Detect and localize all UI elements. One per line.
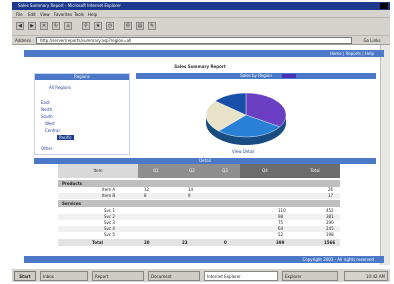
window-title: Sales Summary Report - Microsoft Interne… [18, 3, 122, 8]
refresh-icon[interactable]: ↻ [52, 22, 60, 30]
region-panel-header: Regions [35, 74, 129, 80]
total-total: 1566 [324, 240, 336, 245]
column-header: Q1 [138, 164, 174, 178]
start-button[interactable]: Start [14, 271, 36, 281]
mail-icon[interactable]: ✉ [124, 22, 132, 30]
cell-q1: 8 [144, 193, 147, 198]
region-item[interactable]: All Regions [49, 85, 71, 90]
chart-panel: Sales by Region View Detail [136, 73, 376, 157]
table-total-row: Total 20 23 0 399 1566 [58, 239, 340, 246]
edit-icon[interactable]: ✎ [148, 22, 156, 30]
total-q2: 23 [182, 240, 188, 245]
menu-file[interactable]: File [16, 12, 23, 17]
table-row: Svc 5 52 198 [58, 232, 340, 238]
home-icon[interactable]: ⌂ [64, 22, 72, 30]
menu-edit[interactable]: Edit [28, 12, 36, 17]
footer-text: Copyright 2003 - All rights reserved [302, 257, 374, 262]
cell-q4: 52 [278, 232, 284, 237]
column-header: Q4 [240, 164, 290, 178]
address-input[interactable]: http://server/reports/summary.asp?region… [36, 37, 352, 44]
browser-toolbar: ◀ ▶ ✕ ↻ ⌂ ⚲ ★ ◷ ✉ ▤ ✎ [12, 18, 390, 36]
taskbar-item[interactable]: Report [92, 271, 144, 281]
history-icon[interactable]: ◷ [106, 22, 114, 30]
close-window-button[interactable] [380, 3, 388, 9]
menu-tools[interactable]: Tools [74, 12, 84, 17]
top-nav-links[interactable]: Home | Reports | Help [330, 51, 374, 56]
search-icon[interactable]: ⚲ [82, 22, 90, 30]
go-button[interactable]: Go Links [358, 37, 386, 44]
table-section-row: Services [58, 200, 340, 207]
column-header: Q2 [174, 164, 210, 178]
total-q4: 399 [276, 240, 285, 245]
cell-q2: 9 [188, 193, 191, 198]
row-name: Item B [102, 193, 116, 198]
column-header: Item [58, 164, 138, 178]
cell-total: 198 [326, 232, 334, 237]
taskbar-item-active[interactable]: Internet Explorer [204, 271, 278, 281]
column-header: Total [290, 164, 340, 178]
taskbar: Start Inbox Report Document Internet Exp… [12, 268, 390, 282]
top-nav-band: Home | Reports | Help [24, 50, 384, 57]
legend-swatch [282, 74, 296, 78]
table-column-headers: Item Q1 Q2 Q3 Q4 Total [58, 164, 340, 178]
chart-panel-header: Sales by Region [136, 73, 376, 79]
window-titlebar: Sales Summary Report - Microsoft Interne… [12, 2, 390, 10]
total-label: Total [92, 240, 103, 245]
print-icon[interactable]: ▤ [136, 22, 144, 30]
region-item[interactable]: Central [45, 128, 60, 133]
region-item[interactable]: East [41, 100, 50, 105]
region-panel: Regions All Regions East North South Wes… [34, 73, 130, 155]
stop-icon[interactable]: ✕ [40, 22, 48, 30]
pie-chart [205, 92, 287, 145]
table-section-row: Products [58, 180, 340, 187]
address-label: Address [15, 38, 31, 43]
taskbar-item[interactable]: Inbox [40, 271, 88, 281]
total-q3: 0 [224, 240, 227, 245]
menu-view[interactable]: View [40, 12, 50, 17]
table-row: Item B 8 9 17 [58, 193, 340, 199]
region-item[interactable]: North [41, 107, 52, 112]
menu-favorites[interactable]: Favorites [54, 12, 72, 17]
back-icon[interactable]: ◀ [16, 22, 24, 30]
footer-band: Copyright 2003 - All rights reserved [24, 256, 384, 263]
taskbar-item[interactable]: Explorer [282, 271, 338, 281]
chart-detail-link[interactable]: View Detail [232, 149, 255, 154]
system-tray-clock: 10:42 AM [344, 271, 388, 281]
forward-icon[interactable]: ▶ [28, 22, 36, 30]
report-title: Sales Summary Report [174, 64, 226, 69]
total-q1: 20 [144, 240, 150, 245]
region-item[interactable]: South [41, 114, 53, 119]
vertical-scrollbar[interactable] [380, 45, 390, 265]
region-item-selected[interactable]: Pacific [57, 135, 74, 140]
address-bar: Address http://server/reports/summary.as… [12, 36, 390, 45]
region-item[interactable]: West [45, 121, 55, 126]
row-name: Svc 5 [104, 232, 115, 237]
cell-total: 17 [328, 193, 334, 198]
favorites-icon[interactable]: ★ [94, 22, 102, 30]
menu-bar: File Edit View Favorites Tools Help [12, 10, 390, 18]
taskbar-item[interactable]: Document [148, 271, 200, 281]
column-header: Q3 [210, 164, 240, 178]
menu-help[interactable]: Help [88, 12, 97, 17]
region-item[interactable]: Other [41, 146, 52, 151]
